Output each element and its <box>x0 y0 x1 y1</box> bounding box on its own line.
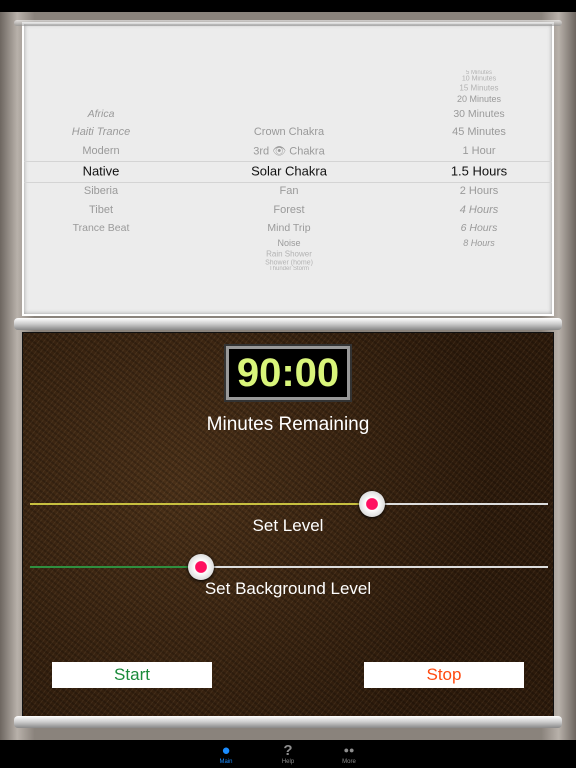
picker-item[interactable]: Modern <box>36 145 166 157</box>
picker-item[interactable]: Thunder Storm <box>214 266 364 272</box>
picker-item[interactable]: 6 Hours <box>404 222 554 234</box>
picker-item[interactable]: Rain Shower <box>214 250 364 259</box>
tab-label: Main <box>219 759 233 765</box>
tab-bar: ● Main ? Help ●● More <box>0 740 576 768</box>
picker-item[interactable]: Tibet <box>36 204 166 216</box>
background-level-label: Set Background Level <box>204 579 372 598</box>
picker-item[interactable]: Trance Beat <box>36 222 166 234</box>
picker-column-duration[interactable]: 5 Minutes 10 Minutes 15 Minutes 20 Minutes 3… <box>404 24 554 314</box>
bottom-bar <box>14 716 562 728</box>
picker-item[interactable]: 10 Minutes <box>404 76 554 83</box>
tab-main[interactable]: ● Main <box>196 742 256 765</box>
picker-item[interactable]: Crown Chakra <box>214 126 364 138</box>
picker-item[interactable]: 3rd 👁 Chakra <box>214 145 364 158</box>
picker-item[interactable]: Africa <box>36 108 166 120</box>
top-bar <box>14 20 562 26</box>
level-fill <box>30 503 372 505</box>
picker-item[interactable]: Native <box>36 164 166 179</box>
level-knob[interactable] <box>358 491 385 517</box>
tab-more[interactable]: ●● More <box>319 742 379 765</box>
picker-item[interactable]: 1 Hour <box>404 145 554 157</box>
tab-help[interactable]: ? Help <box>258 742 318 765</box>
start-button[interactable]: Start <box>52 662 212 688</box>
question-icon: ? <box>283 742 293 759</box>
picker-item[interactable]: 45 Minutes <box>404 126 554 138</box>
picker-item[interactable]: 30 Minutes <box>404 108 554 120</box>
level-slider[interactable] <box>30 491 548 517</box>
picker-item[interactable]: Mind Trip <box>214 222 364 234</box>
picker-item[interactable]: Haiti Trance <box>36 126 166 138</box>
picker-item[interactable]: 15 Minutes <box>404 84 554 93</box>
picker-item[interactable]: Fan <box>214 185 364 197</box>
picker-item[interactable]: Siberia <box>36 185 166 197</box>
picker-column-rhythm[interactable]: Africa Haiti Trance Modern Native Siberia Tib… <box>36 24 166 314</box>
meditator-icon: ● <box>221 742 231 759</box>
picker-item[interactable]: Solar Chakra <box>214 164 364 179</box>
picker-item[interactable]: Forest <box>214 204 364 216</box>
picker-item[interactable]: 1.5 Hours <box>404 164 554 179</box>
picker-item[interactable]: Noise <box>214 238 364 248</box>
background-level-knob[interactable] <box>187 554 214 580</box>
picker-item[interactable]: 20 Minutes <box>404 94 554 104</box>
level-label: Set Level <box>252 516 324 535</box>
tab-label: More <box>342 759 356 765</box>
picker-item[interactable]: 4 Hours <box>404 204 554 216</box>
timer-label: Minutes Remaining <box>206 414 370 435</box>
background-level-slider[interactable] <box>30 554 548 580</box>
glasses-icon: ●● <box>343 745 355 755</box>
timer-display: 90:00 <box>226 346 350 400</box>
picker-item[interactable]: 8 Hours <box>404 238 554 248</box>
stop-button[interactable]: Stop <box>364 662 524 688</box>
tab-label: Help <box>281 759 295 765</box>
picker-column-background[interactable]: Crown Chakra 3rd 👁 Chakra Solar Chakra Fan F… <box>214 24 364 314</box>
background-level-fill <box>30 566 201 568</box>
picker-item[interactable]: 2 Hours <box>404 185 554 197</box>
sound-picker[interactable]: Africa Haiti Trance Modern Native Siberia Tib… <box>22 22 554 316</box>
divider-bar <box>14 318 562 330</box>
